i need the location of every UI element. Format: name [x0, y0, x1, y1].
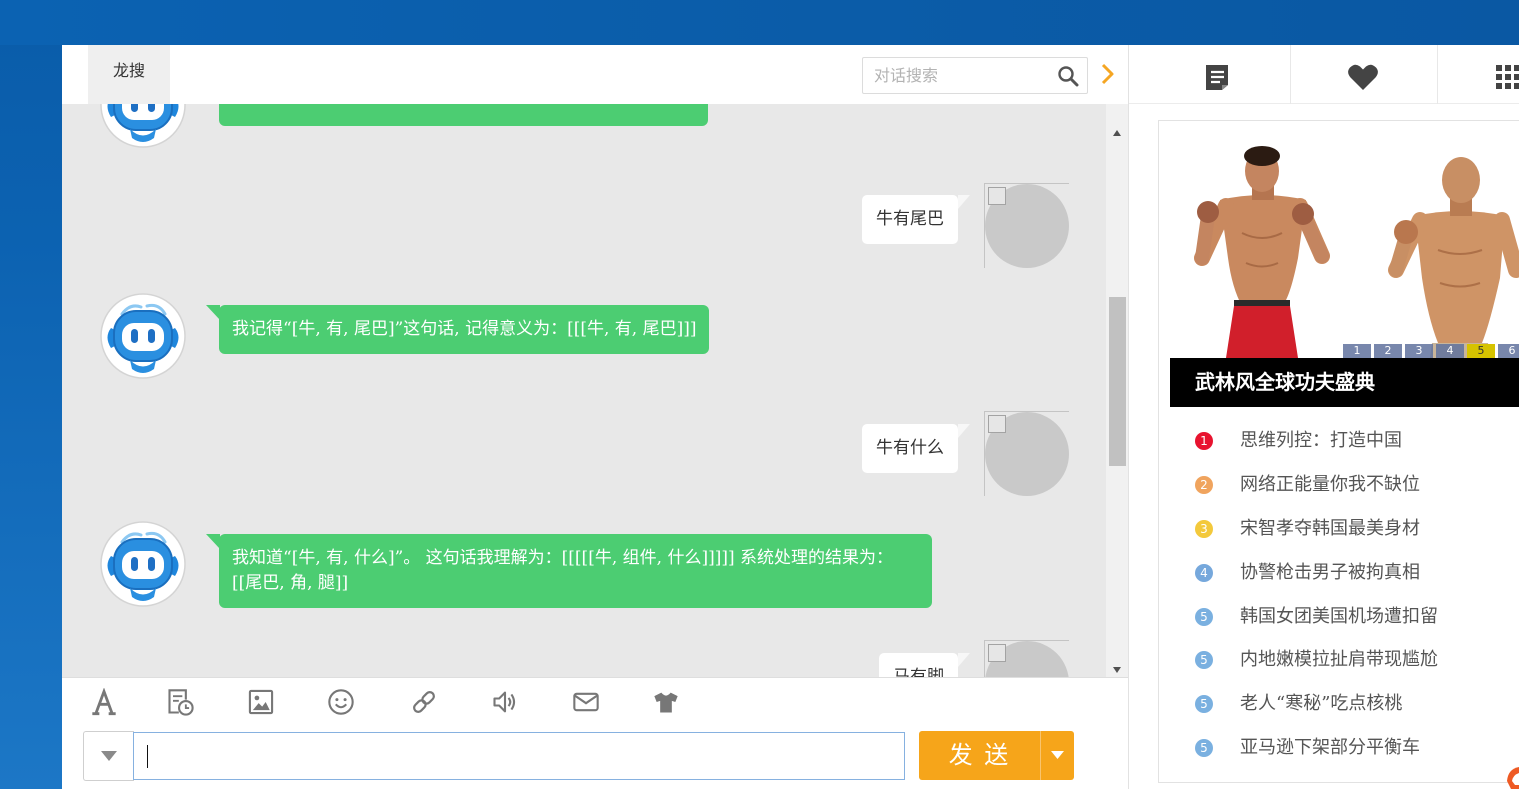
rank-badge: 5	[1195, 651, 1213, 669]
hot-news-list: 1 思维列控：打造中国 2 网络正能量你我不缺位 3 宋智孝夺韩国最美身材 4 协警枪击…	[1159, 419, 1519, 771]
list-item[interactable]: 5 亚马逊下架部分平衡车	[1159, 726, 1519, 770]
news-title[interactable]: 内地嫩模拉扯肩带现尴尬	[1240, 638, 1438, 682]
news-title[interactable]: 老人“寒秘”吃点核桃	[1240, 682, 1402, 726]
user-message-bubble: 马有脚	[879, 653, 970, 677]
list-item[interactable]: 5 韩国女团美国机场遭扣留	[1159, 595, 1519, 639]
news-title[interactable]: 亚马逊下架部分平衡车	[1240, 726, 1420, 770]
news-title[interactable]: 宋智孝夺韩国最美身材	[1240, 507, 1420, 551]
news-box: 123456 武林风全球功夫盛典 1 思维列控：打造中国 2 网络正能量你我不缺位 …	[1158, 120, 1519, 783]
font-icon[interactable]	[90, 687, 118, 716]
emoji-icon[interactable]	[327, 688, 355, 716]
send-options-button[interactable]	[1040, 731, 1074, 780]
banner-page-5[interactable]: 5	[1467, 344, 1495, 358]
broken-image-icon	[988, 187, 1006, 205]
chat-scrollbar[interactable]	[1106, 104, 1128, 677]
bot-message-bubble: 我知道“[牛, 有, 什么]”。 这句话我理解为：[[[[[牛, 组件, 什么]…	[206, 534, 932, 608]
list-item[interactable]: 4 协警枪击男子被拘真相	[1159, 551, 1519, 595]
tab-news[interactable]	[1129, 45, 1290, 104]
scroll-down-icon[interactable]	[1112, 659, 1122, 673]
tab-apps[interactable]	[1438, 45, 1519, 104]
banner-pager: 123456	[1343, 344, 1519, 358]
user-avatar[interactable]	[984, 411, 1069, 496]
tab-favorites[interactable]	[1291, 45, 1437, 104]
mail-icon[interactable]	[572, 688, 600, 716]
desktop-background	[0, 0, 1519, 45]
bot-message-bubble: 我记得“[牛, 有, 尾巴]”这句话, 记得意义为：[[[牛, 有, 尾巴]]]	[205, 305, 710, 354]
chat-header: 龙搜	[62, 45, 1128, 104]
rank-badge: 5	[1195, 695, 1213, 713]
list-item[interactable]: 2 网络正能量你我不缺位	[1159, 463, 1519, 507]
search-input[interactable]	[874, 64, 1052, 88]
message-list[interactable]: 牛有尾巴 我记得“[牛, 有, 尾巴]”这句话, 记得意义为：[[[牛, 有, …	[62, 104, 1106, 677]
user-avatar[interactable]	[984, 183, 1069, 268]
document-icon	[1206, 65, 1228, 90]
grid-icon	[1496, 65, 1519, 89]
side-tabs	[1129, 45, 1519, 104]
chevron-right-icon[interactable]	[1100, 62, 1116, 86]
broken-image-icon	[988, 644, 1006, 662]
chevron-down-icon	[101, 751, 117, 761]
message-composer: 发 送	[62, 730, 1128, 785]
banner-page-4[interactable]: 4	[1436, 344, 1464, 358]
input-mode-dropdown[interactable]	[83, 731, 134, 781]
list-item[interactable]: 1 思维列控：打造中国	[1159, 419, 1519, 463]
scroll-up-icon[interactable]	[1112, 122, 1122, 136]
rank-badge: 3	[1195, 520, 1213, 538]
rank-badge: 5	[1195, 739, 1213, 757]
news-title[interactable]: 韩国女团美国机场遭扣留	[1240, 595, 1438, 639]
message-input-field	[133, 732, 905, 780]
chevron-down-icon	[1051, 751, 1064, 759]
news-title[interactable]: 网络正能量你我不缺位	[1240, 463, 1420, 507]
bot-avatar[interactable]	[100, 104, 186, 148]
image-icon[interactable]	[247, 688, 275, 716]
broken-image-icon	[988, 415, 1006, 433]
banner-caption[interactable]: 武林风全球功夫盛典	[1170, 358, 1519, 407]
scrollbar-thumb[interactable]	[1109, 297, 1126, 466]
volume-icon[interactable]	[491, 688, 519, 716]
banner-page-3[interactable]: 3	[1405, 344, 1433, 358]
news-title[interactable]: 协警枪击男子被拘真相	[1240, 551, 1420, 595]
rank-badge: 1	[1195, 432, 1213, 450]
link-icon[interactable]	[410, 688, 438, 716]
user-message-bubble: 牛有尾巴	[862, 195, 970, 244]
send-button[interactable]: 发 送	[919, 731, 1040, 780]
input-toolbar	[62, 677, 1128, 725]
list-item[interactable]: 5 内地嫩模拉扯肩带现尴尬	[1159, 638, 1519, 682]
banner-page-1[interactable]: 1	[1343, 344, 1371, 358]
rank-badge: 2	[1195, 476, 1213, 494]
theme-icon[interactable]	[652, 688, 680, 716]
user-avatar[interactable]	[984, 640, 1069, 677]
text-caret	[147, 745, 148, 768]
heart-icon	[1348, 64, 1378, 90]
rank-badge: 4	[1195, 564, 1213, 582]
fighters-photo	[1170, 138, 1519, 358]
rank-badge: 5	[1195, 608, 1213, 626]
banner-page-2[interactable]: 2	[1374, 344, 1402, 358]
chat-panel: 龙搜 牛有尾巴 我记得“[牛, 有,	[62, 45, 1128, 789]
news-title[interactable]: 思维列控：打造中国	[1240, 419, 1402, 463]
banner-image[interactable]: 123456	[1170, 138, 1519, 358]
history-icon[interactable]	[166, 688, 194, 716]
floating-widget-icon[interactable]	[1505, 763, 1519, 789]
conversation-search	[862, 57, 1088, 94]
side-panel: 123456 武林风全球功夫盛典 1 思维列控：打造中国 2 网络正能量你我不缺位 …	[1128, 45, 1519, 789]
user-message-bubble: 牛有什么	[862, 424, 970, 473]
bot-avatar[interactable]	[100, 521, 186, 607]
banner-page-6[interactable]: 6	[1498, 344, 1519, 358]
chat-window: 龙搜 牛有尾巴 我记得“[牛, 有,	[62, 45, 1519, 789]
message-input[interactable]	[136, 735, 896, 777]
bot-message-bubble	[219, 104, 708, 126]
tab-label: 龙搜	[112, 61, 145, 80]
list-item[interactable]: 5 老人“寒秘”吃点核桃	[1159, 682, 1519, 726]
tab-longsou[interactable]: 龙搜	[88, 45, 170, 104]
list-item[interactable]: 3 宋智孝夺韩国最美身材	[1159, 507, 1519, 551]
bot-avatar[interactable]	[100, 293, 186, 379]
search-icon[interactable]	[1057, 65, 1079, 87]
